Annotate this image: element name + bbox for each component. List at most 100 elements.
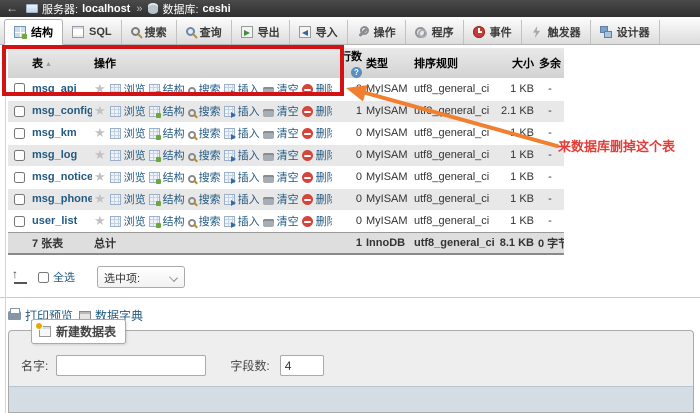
insert-action-link[interactable]: 插入 bbox=[224, 106, 260, 118]
row-checkbox[interactable] bbox=[14, 106, 25, 117]
check-all-checkbox[interactable] bbox=[38, 272, 49, 283]
tab-export[interactable]: 导出 bbox=[232, 20, 290, 44]
drop-action-link[interactable]: 删除 bbox=[302, 172, 332, 184]
drop-action-link[interactable]: 删除 bbox=[302, 128, 332, 140]
insert-action-link[interactable]: 插入 bbox=[224, 172, 260, 184]
empty-action-link[interactable]: 清空 bbox=[263, 194, 299, 206]
drop-icon bbox=[302, 216, 313, 227]
search-action-link[interactable]: 搜索 bbox=[188, 150, 221, 162]
tab-triggers[interactable]: 触发器 bbox=[522, 20, 591, 44]
insert-icon bbox=[224, 172, 235, 183]
header-table-name[interactable]: 表▲ bbox=[30, 48, 92, 78]
drop-action-link[interactable]: 删除 bbox=[302, 194, 332, 206]
table-name-link[interactable]: msg_api bbox=[32, 83, 77, 95]
table-name-link[interactable]: msg_notice bbox=[32, 171, 92, 183]
table-name-link[interactable]: msg_log bbox=[32, 149, 77, 161]
structure-action-link[interactable]: 结构 bbox=[149, 128, 185, 140]
drop-action-link[interactable]: 删除 bbox=[302, 150, 332, 162]
drop-action-link[interactable]: 删除 bbox=[302, 106, 332, 118]
tab-search[interactable]: 搜索 bbox=[122, 20, 177, 44]
insert-action-link[interactable]: 插入 bbox=[224, 128, 260, 140]
structure-action-link[interactable]: 结构 bbox=[149, 194, 185, 206]
sql-icon bbox=[72, 26, 84, 38]
row-checkbox[interactable] bbox=[14, 83, 25, 94]
empty-action-link[interactable]: 清空 bbox=[263, 84, 299, 96]
favorite-star-icon[interactable]: ★ bbox=[94, 213, 106, 228]
search-action-link[interactable]: 搜索 bbox=[188, 194, 221, 206]
summary-rows: 1 bbox=[332, 232, 364, 254]
browse-action-link[interactable]: 浏览 bbox=[110, 84, 146, 96]
favorite-star-icon[interactable]: ★ bbox=[94, 147, 106, 162]
favorite-star-icon[interactable]: ★ bbox=[94, 103, 106, 118]
tab-routines[interactable]: 程序 bbox=[406, 20, 464, 44]
new-table-name-input[interactable] bbox=[56, 355, 206, 376]
insert-action-link[interactable]: 插入 bbox=[224, 84, 260, 96]
browse-action-link[interactable]: 浏览 bbox=[110, 216, 146, 228]
form-footer-band bbox=[9, 386, 693, 412]
tab-import[interactable]: 导入 bbox=[290, 20, 348, 44]
import-icon bbox=[299, 26, 311, 38]
create-table-legend: 新建数据表 bbox=[31, 319, 126, 344]
search-action-link[interactable]: 搜索 bbox=[188, 128, 221, 140]
structure-action-link[interactable]: 结构 bbox=[149, 84, 185, 96]
structure-action-link[interactable]: 结构 bbox=[149, 172, 185, 184]
create-table-form: 名字: 字段数: bbox=[21, 355, 693, 376]
insert-action-link[interactable]: 插入 bbox=[224, 150, 260, 162]
favorite-star-icon[interactable]: ★ bbox=[94, 81, 106, 96]
browse-action-link[interactable]: 浏览 bbox=[110, 106, 146, 118]
row-checkbox[interactable] bbox=[14, 150, 25, 161]
search-action-link[interactable]: 搜索 bbox=[188, 84, 221, 96]
search-icon bbox=[188, 131, 196, 139]
fields-count-input[interactable] bbox=[280, 355, 324, 376]
drop-action-link[interactable]: 删除 bbox=[302, 216, 332, 228]
check-all-label[interactable]: 全选 bbox=[53, 269, 75, 285]
tab-designer[interactable]: 设计器 bbox=[591, 20, 660, 44]
tab-query[interactable]: 查询 bbox=[177, 20, 232, 44]
tab-structure[interactable]: 结构 bbox=[4, 19, 63, 45]
search-action-link[interactable]: 搜索 bbox=[188, 172, 221, 184]
favorite-star-icon[interactable]: ★ bbox=[94, 169, 106, 184]
back-arrow-icon[interactable]: ← bbox=[6, 0, 18, 17]
tab-sql[interactable]: SQL bbox=[63, 20, 122, 44]
tab-events[interactable]: 事件 bbox=[464, 20, 522, 44]
search-icon bbox=[131, 27, 140, 36]
empty-action-link[interactable]: 清空 bbox=[263, 106, 299, 118]
empty-action-link[interactable]: 清空 bbox=[263, 128, 299, 140]
row-checkbox[interactable] bbox=[14, 172, 25, 183]
favorite-star-icon[interactable]: ★ bbox=[94, 191, 106, 206]
table-row: msg_phone ★浏览结构搜索插入清空删除 0 MyISAM utf8_ge… bbox=[8, 188, 564, 210]
structure-action-link[interactable]: 结构 bbox=[149, 106, 185, 118]
create-table-section: 新建数据表 名字: 字段数: bbox=[8, 330, 694, 413]
browse-action-link[interactable]: 浏览 bbox=[110, 194, 146, 206]
favorite-star-icon[interactable]: ★ bbox=[94, 125, 106, 140]
empty-action-link[interactable]: 清空 bbox=[263, 150, 299, 162]
with-selected-dropdown[interactable]: 选中项: bbox=[97, 266, 185, 288]
empty-action-link[interactable]: 清空 bbox=[263, 216, 299, 228]
insert-action-link[interactable]: 插入 bbox=[224, 194, 260, 206]
table-name-link[interactable]: user_list bbox=[32, 215, 77, 227]
fields-count-label: 字段数: bbox=[230, 357, 269, 374]
breadcrumb-db-link[interactable]: ceshi bbox=[203, 3, 231, 15]
browse-action-link[interactable]: 浏览 bbox=[110, 150, 146, 162]
tab-operations[interactable]: 操作 bbox=[348, 20, 406, 44]
breadcrumb-server-link[interactable]: localhost bbox=[82, 3, 130, 15]
row-checkbox[interactable] bbox=[14, 128, 25, 139]
browse-action-link[interactable]: 浏览 bbox=[110, 128, 146, 140]
row-checkbox[interactable] bbox=[14, 194, 25, 205]
search-action-link[interactable]: 搜索 bbox=[188, 216, 221, 228]
help-icon[interactable]: ? bbox=[351, 67, 362, 78]
section-divider bbox=[0, 297, 700, 298]
empty-action-link[interactable]: 清空 bbox=[263, 172, 299, 184]
table-name-link[interactable]: msg_phone bbox=[32, 193, 92, 205]
summary-row: 7 张表 总计 1 InnoDB utf8_general_ci 8.1 KB … bbox=[8, 232, 564, 254]
table-name-link[interactable]: msg_km bbox=[32, 127, 77, 139]
browse-action-link[interactable]: 浏览 bbox=[110, 172, 146, 184]
structure-action-link[interactable]: 结构 bbox=[149, 150, 185, 162]
drop-action-link[interactable]: 删除 bbox=[302, 84, 332, 96]
structure-action-link[interactable]: 结构 bbox=[149, 216, 185, 228]
table-name-link[interactable]: msg_config bbox=[32, 105, 92, 117]
row-checkbox[interactable] bbox=[14, 216, 25, 227]
table-row: msg_km ★浏览结构搜索插入清空删除 0 MyISAM utf8_gener… bbox=[8, 122, 564, 144]
insert-action-link[interactable]: 插入 bbox=[224, 216, 260, 228]
search-action-link[interactable]: 搜索 bbox=[188, 106, 221, 118]
